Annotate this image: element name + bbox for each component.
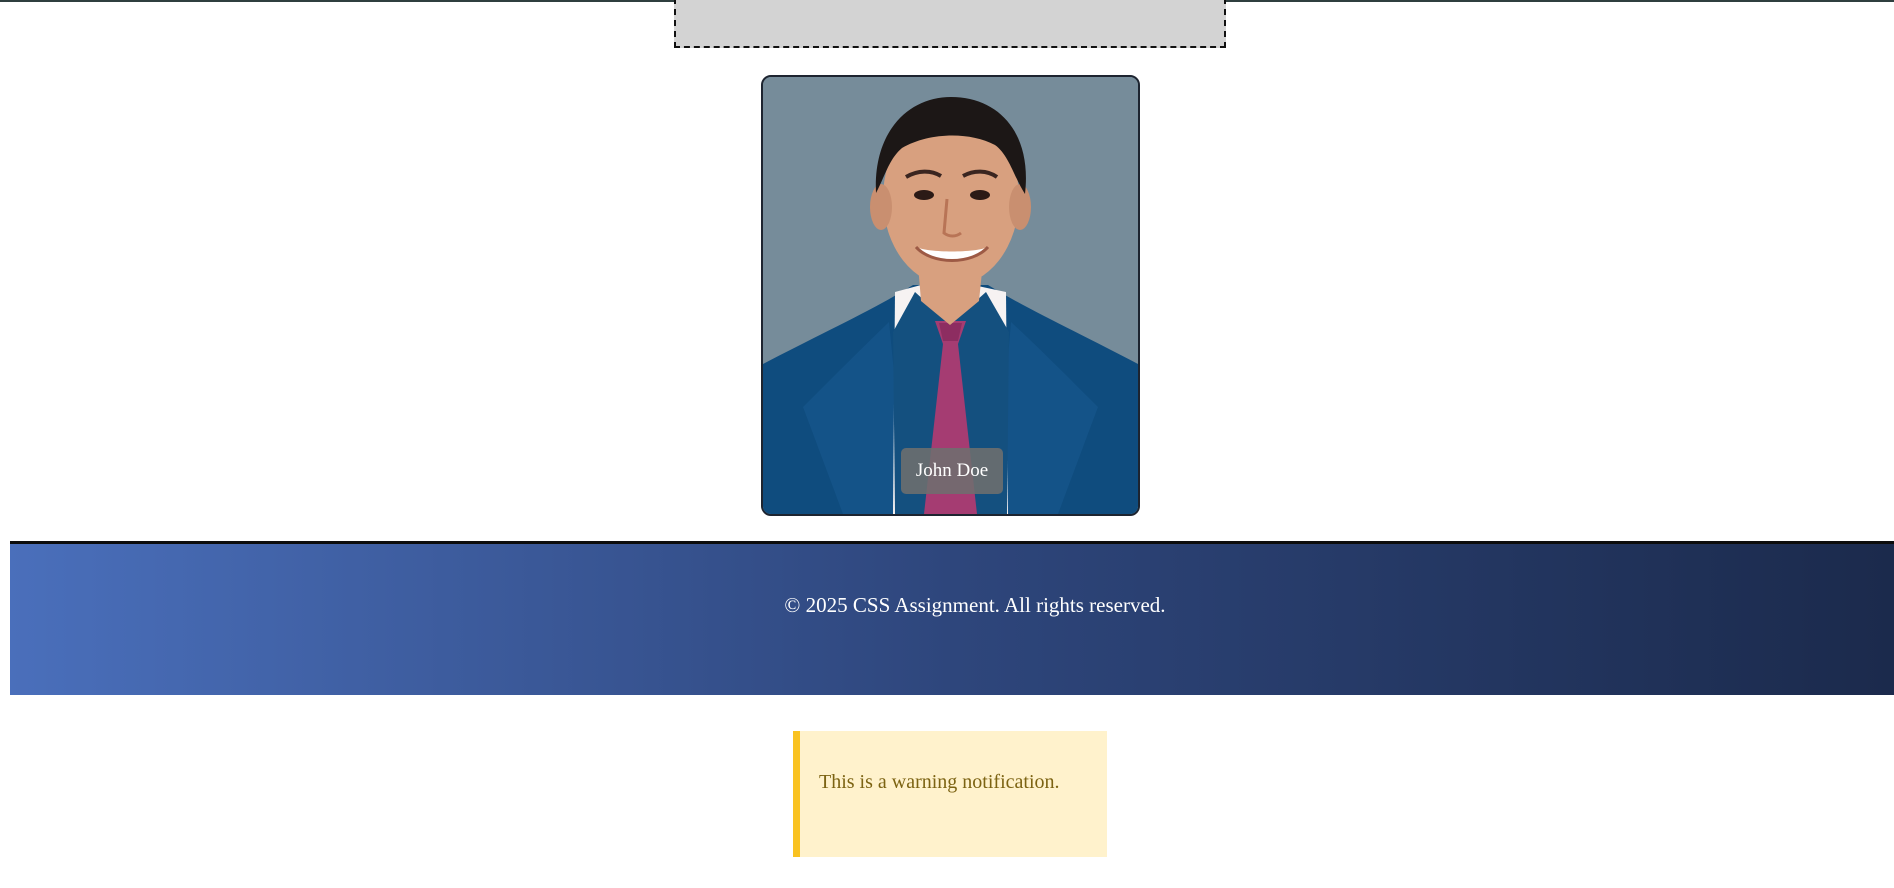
warning-notification: This is a warning notification. (793, 731, 1107, 857)
dashed-placeholder-box (674, 0, 1226, 48)
page: John Doe © 2025 CSS Assignment. All righ… (0, 0, 1894, 888)
profile-card: John Doe (761, 75, 1140, 516)
footer-copyright-text: © 2025 CSS Assignment. All rights reserv… (784, 593, 1166, 617)
warning-message: This is a warning notification. (819, 771, 1060, 793)
profile-name-badge: John Doe (901, 448, 1003, 494)
footer: © 2025 CSS Assignment. All rights reserv… (10, 541, 1894, 695)
